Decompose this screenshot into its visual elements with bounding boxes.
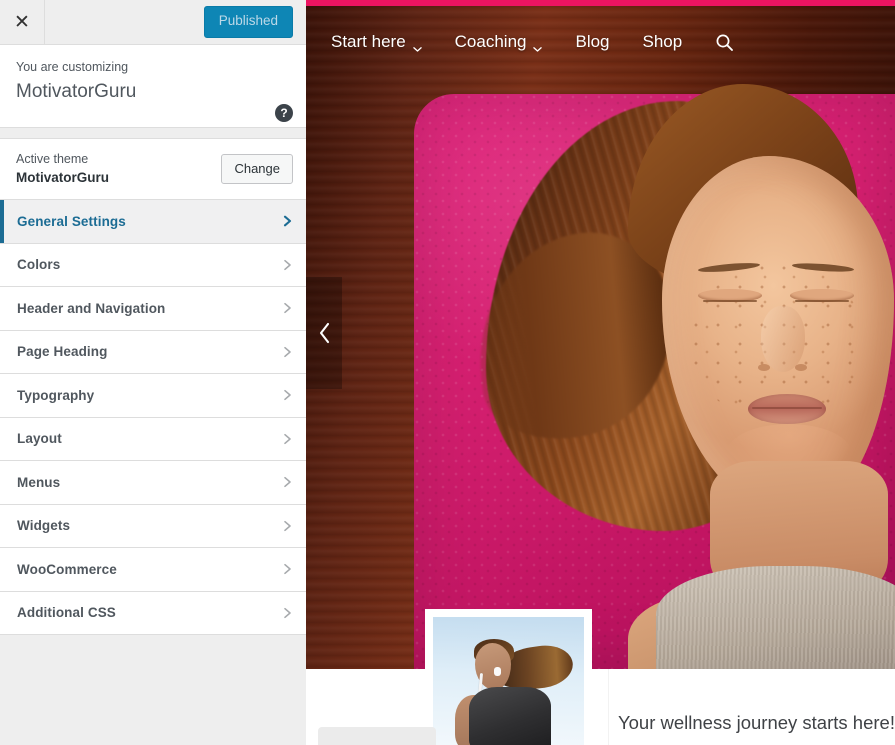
help-icon[interactable]: ? [275,104,293,122]
search-icon[interactable] [715,33,734,52]
earphone-bud [494,667,501,676]
sidebar-item-label: WooCommerce [17,561,117,577]
sidebar-item-label: Widgets [17,518,71,534]
site-preview: Start here Coaching Blog Shop Your wellness… [306,0,895,745]
hero-figure [306,6,895,669]
customizer-topbar: ✕ Published [0,0,306,45]
active-theme-name: MotivatorGuru [16,170,109,186]
sidebar-item-label: Additional CSS [17,605,116,621]
nav-item-label: Start here [331,32,406,51]
chevron-right-icon [282,259,293,270]
page-headline: Your wellness journey starts here! [618,712,895,733]
chevron-right-icon [282,215,293,227]
tank-top [656,566,895,669]
chevron-right-icon [282,607,293,618]
active-theme-text: Active theme MotivatorGuru [16,150,109,188]
sidebar-item-label: Menus [17,474,61,490]
chevron-right-icon [282,346,293,357]
sidebar-item-label: Layout [17,431,62,447]
chevron-left-icon [319,322,329,344]
chevron-right-icon [282,390,293,401]
sidebar-item-label: Typography [17,387,95,403]
nose [761,306,805,372]
chevron-right-icon [282,303,293,314]
publish-button[interactable]: Published [203,6,293,38]
hero-image [306,6,895,669]
lips [748,394,826,424]
sidebar-item-woocommerce[interactable]: WooCommerce [0,548,306,592]
site-title: MotivatorGuru [16,80,137,102]
sidebar-item-menus[interactable]: Menus [0,461,306,505]
nav-item-blog[interactable]: Blog [575,32,609,52]
sidebar-item-typography[interactable]: Typography [0,374,306,418]
thumbnail-image [433,617,584,745]
customizer-sidebar: ✕ Published You are customizing Motivato… [0,0,306,745]
runner-torso [469,687,551,745]
chevron-down-icon [533,38,543,52]
close-customizer-button[interactable]: ✕ [0,0,45,44]
lip-line [752,407,822,409]
site-navigation: Start here Coaching Blog Shop [306,6,895,78]
nav-item-label: Blog [575,32,610,51]
accent-top-bar [306,0,895,6]
sidebar-item-additional-css[interactable]: Additional CSS [0,591,306,635]
nostril-left [758,364,770,371]
panel-gap [0,128,306,138]
nav-item-coaching[interactable]: Coaching [455,32,543,52]
sidebar-item-label: Page Heading [17,344,108,360]
slider-prev-button[interactable] [306,277,342,389]
bottom-strip-divider [608,669,609,745]
eyelash-line-right [795,300,849,302]
nav-item-label: Coaching [454,32,527,51]
sidebar-item-page-heading[interactable]: Page Heading [0,330,306,374]
nav-item-start-here[interactable]: Start here [331,32,422,52]
publish-area: Published [203,0,306,44]
customizing-eyebrow: You are customizing [16,60,129,74]
sidebar-item-label: General Settings [17,213,126,229]
thumbnail-card[interactable] [425,609,592,745]
sidebar-item-label: Header and Navigation [17,300,166,316]
sidebar-item-header-and-navigation[interactable]: Header and Navigation [0,287,306,331]
chevron-right-icon [282,433,293,444]
customizing-info-panel: You are customizing MotivatorGuru ? [0,45,306,128]
partial-button[interactable] [318,727,436,745]
chevron-right-icon [282,477,293,488]
nav-item-label: Shop [642,32,683,51]
active-theme-panel: Active theme MotivatorGuru Change [0,138,306,200]
change-theme-button[interactable]: Change [221,154,293,184]
active-theme-label: Active theme [16,152,89,167]
customizer-section-list: General Settings Colors Header and Navigat… [0,200,306,635]
eyelash-line-left [703,300,757,302]
sidebar-item-colors[interactable]: Colors [0,243,306,287]
customizer-screen: ✕ Published You are customizing Motivato… [0,0,895,745]
chevron-down-icon [412,38,422,52]
sidebar-item-general-settings[interactable]: General Settings [0,200,306,244]
sidebar-item-widgets[interactable]: Widgets [0,504,306,548]
sidebar-item-label: Colors [17,257,61,273]
nostril-right [795,364,807,371]
chevron-right-icon [282,564,293,575]
chevron-right-icon [282,520,293,531]
nav-item-shop[interactable]: Shop [643,32,683,52]
close-icon: ✕ [14,11,30,33]
sidebar-item-layout[interactable]: Layout [0,417,306,461]
